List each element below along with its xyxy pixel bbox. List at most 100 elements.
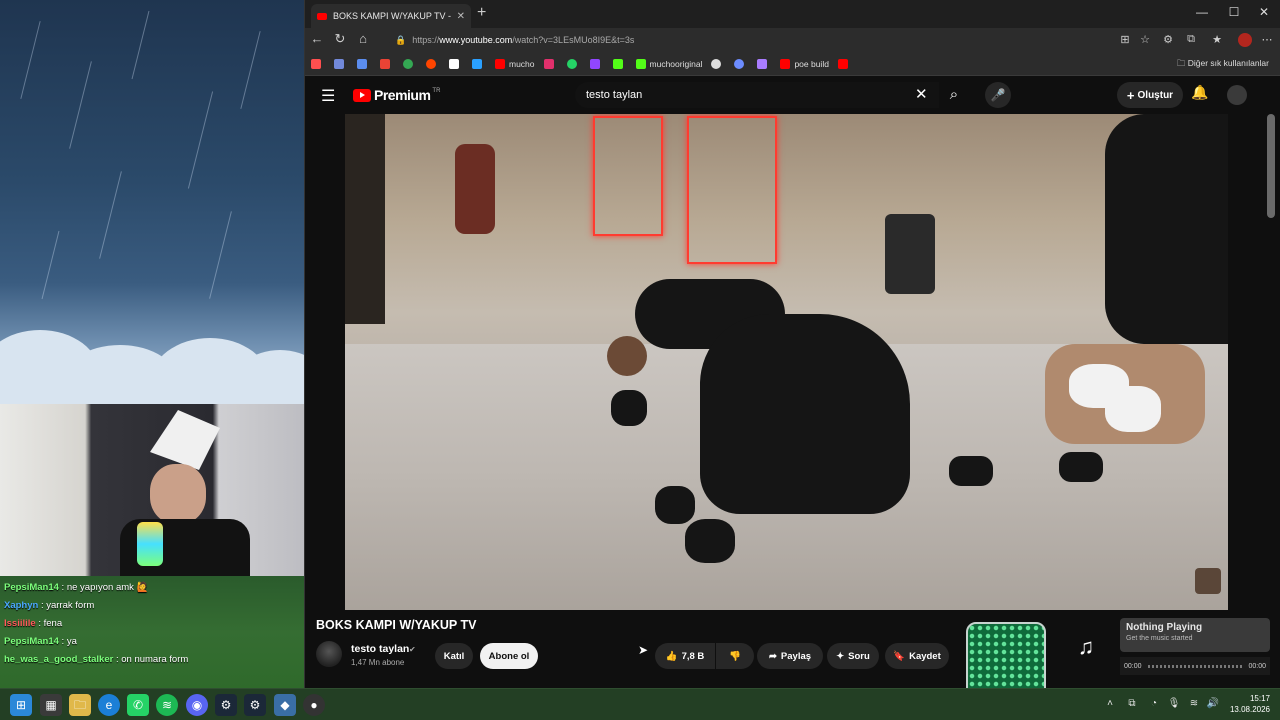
obs-icon[interactable]: ● <box>303 694 325 716</box>
discord-icon[interactable]: ◉ <box>186 694 208 716</box>
reload-icon[interactable]: ↻ <box>330 31 350 47</box>
page-scrollbar[interactable] <box>1267 114 1275 218</box>
bookmark-icon <box>472 58 482 69</box>
shark-plush <box>150 410 220 470</box>
windows-taskbar: ⊞ ▦ 🗀 e ✆ ≋ ◉ ⚙ ⚙ ◆ ● ˄ ⧉ ◔ 🎙 ≋ 🔊 15:17 … <box>0 688 1280 720</box>
bookmark-item[interactable] <box>612 58 627 69</box>
close-tab-icon[interactable]: ✕ <box>457 11 465 22</box>
split-screen-icon[interactable]: ⧉ <box>1183 33 1199 46</box>
notifications-bell-icon[interactable]: 🔔 <box>1191 84 1208 101</box>
favorites-icon[interactable]: ★ <box>1209 33 1225 46</box>
more-options-icon[interactable]: ⋯ <box>1259 33 1275 46</box>
bookmark-item[interactable] <box>472 58 486 69</box>
bookmark-item[interactable] <box>357 58 371 69</box>
search-icon[interactable]: ⌕ <box>939 82 969 108</box>
steam-icon[interactable]: ⚙ <box>244 694 266 716</box>
volume-icon[interactable]: 🔊 <box>1205 698 1221 709</box>
microphone-icon[interactable]: 🎤 <box>985 82 1011 108</box>
tray-app-icon[interactable]: ⧉ <box>1124 698 1140 709</box>
start-windows-icon[interactable]: ⊞ <box>10 694 32 716</box>
network-icon[interactable]: ◔ <box>1146 698 1162 709</box>
bookmark-poe-build[interactable]: poe build <box>780 58 829 69</box>
boxing-glove <box>655 486 695 524</box>
home-icon[interactable]: ⌂ <box>353 31 373 46</box>
app-icon[interactable]: ◆ <box>274 694 296 716</box>
music-note-icon: ♫ <box>1054 617 1118 677</box>
maximize-icon[interactable]: ☐ <box>1219 5 1249 19</box>
share-button[interactable]: ➦ Paylaş <box>757 643 823 669</box>
bookmark-item[interactable] <box>334 58 348 69</box>
microphone-icon[interactable]: 🎙 <box>1166 698 1182 709</box>
clear-search-icon[interactable]: ✕ <box>915 85 928 103</box>
other-bookmarks[interactable]: 🗀 Diğer sık kullanılanlar <box>1177 58 1269 72</box>
chat-message: PepsiMan14 : ne yapıyon amk 🙋 <box>4 582 149 593</box>
ask-button[interactable]: ✦ Soru <box>827 643 879 669</box>
new-tab-button[interactable]: + <box>477 5 486 21</box>
tray-chevron-icon[interactable]: ˄ <box>1102 698 1118 709</box>
channel-name[interactable]: testo taylan <box>351 643 409 655</box>
bookmark-item[interactable] <box>757 58 771 69</box>
verified-badge-icon: ✔ <box>409 645 416 654</box>
tab-youtube[interactable]: BOKS KAMPI W/YAKUP TV - YouTube ✕ <box>311 4 471 28</box>
address-bar[interactable]: 🔒 https://www.youtube.com/watch?v=3LEsMU… <box>389 31 1129 49</box>
minimize-icon[interactable]: — <box>1187 5 1217 19</box>
youtube-premium-logo[interactable]: Premium TR <box>353 87 440 103</box>
wifi-icon[interactable]: ≋ <box>1186 698 1202 709</box>
close-window-icon[interactable]: ✕ <box>1249 5 1279 19</box>
bookmark-icon <box>334 58 344 69</box>
chat-message: PepsiMan14 : ya <box>4 636 77 647</box>
music-title: Nothing Playing <box>1126 622 1203 633</box>
create-button[interactable]: + Oluştur <box>1117 82 1183 108</box>
stream-chat: PepsiMan14 : ne yapıyon amk 🙋 Xaphyn : y… <box>0 576 304 688</box>
speaker <box>885 214 935 294</box>
bookmark-mucho[interactable]: mucho <box>495 58 535 69</box>
whatsapp-icon <box>566 58 577 69</box>
chat-message: Issiilile : fena <box>4 618 63 629</box>
back-icon[interactable]: ← <box>307 31 327 46</box>
bookmark-item[interactable] <box>543 58 558 69</box>
steam-icon[interactable]: ⚙ <box>215 694 237 716</box>
youtube-icon <box>837 58 848 69</box>
channel-avatar[interactable] <box>316 641 342 667</box>
join-button[interactable]: Katıl <box>435 643 473 669</box>
bookmark-item[interactable] <box>311 58 325 69</box>
bookmark-item[interactable] <box>449 58 463 69</box>
bookmark-item[interactable] <box>380 58 394 69</box>
spotify-icon[interactable]: ≋ <box>156 694 178 716</box>
channel-watermark[interactable] <box>1195 568 1221 594</box>
app-available-icon[interactable]: ⊞ <box>1117 33 1133 46</box>
neon-mirror <box>593 116 663 236</box>
save-button[interactable]: 🔖 Kaydet <box>885 643 949 669</box>
system-clock[interactable]: 15:17 13.08.2026 <box>1230 693 1270 715</box>
extensions-icon[interactable]: ⚙ <box>1160 33 1176 46</box>
bookmark-item[interactable] <box>426 58 440 69</box>
video-player[interactable] <box>345 114 1228 610</box>
focus-mitt <box>1105 386 1161 432</box>
bookmark-item[interactable] <box>589 58 604 69</box>
account-avatar[interactable] <box>1227 85 1247 105</box>
bookmark-item[interactable] <box>711 58 725 69</box>
music-elapsed-time: 00:00 <box>1124 662 1142 670</box>
edge-browser-icon[interactable]: e <box>98 694 120 716</box>
punching-bag <box>345 114 385 324</box>
dislike-button[interactable]: 👎 <box>716 643 754 669</box>
bookmark-item[interactable] <box>566 58 581 69</box>
like-button[interactable]: 👍 7,8 B <box>655 643 715 669</box>
youtube-favicon-icon <box>317 12 327 20</box>
search-input[interactable]: testo taylan <box>575 82 939 108</box>
bookmark-muchooriginal[interactable]: muchooriginal <box>635 58 702 69</box>
file-explorer-icon[interactable]: 🗀 <box>69 694 91 716</box>
task-view-icon[interactable]: ▦ <box>40 694 62 716</box>
gmail-icon <box>380 58 390 69</box>
hamburger-menu-icon[interactable]: ☰ <box>321 86 335 106</box>
tab-title: BOKS KAMPI W/YAKUP TV - YouTube <box>333 11 453 21</box>
profile-avatar[interactable] <box>1238 33 1252 47</box>
subscribe-button[interactable]: Abone ol <box>480 643 538 669</box>
bookmark-item[interactable] <box>734 58 748 69</box>
music-info-panel: Nothing Playing Get the music started <box>1120 618 1270 652</box>
bookmark-item[interactable] <box>403 58 417 69</box>
favorite-star-icon[interactable]: ☆ <box>1137 33 1153 46</box>
bookmark-item[interactable] <box>837 58 852 69</box>
music-subtitle: Get the music started <box>1126 635 1193 642</box>
whatsapp-icon[interactable]: ✆ <box>127 694 149 716</box>
